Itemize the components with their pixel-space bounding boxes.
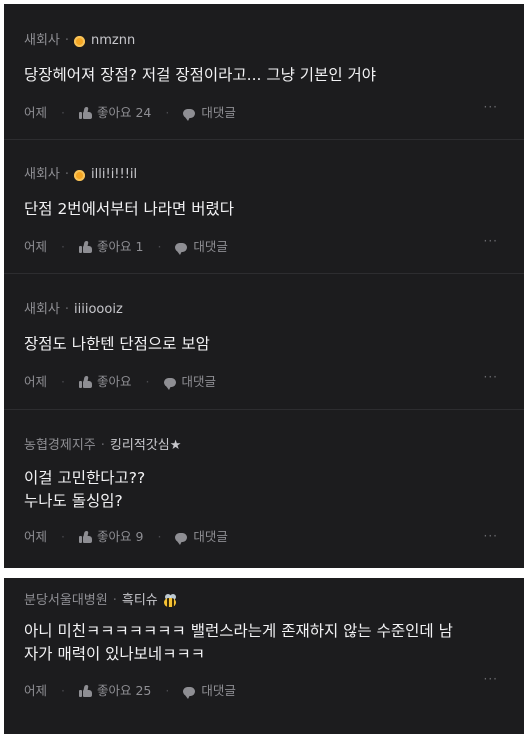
comment-line: 단점 2번에서부터 나라면 버렸다 [24, 200, 235, 218]
separator: · [61, 239, 65, 254]
comment-time: 어제 [24, 239, 48, 254]
comment-item: 농협경제지주 · 킹리적갓심★ 이걸 고민한다고?? 누나도 돌싱임? 어제 ·… [4, 410, 524, 568]
more-options-icon[interactable]: ··· [484, 530, 498, 542]
comment-item: 새회사 · iiiioooiz 장점도 나한텐 단점으로 보암 어제 · 좋아요… [4, 274, 524, 410]
author-nickname[interactable]: nmznn [91, 32, 135, 50]
separator: · [61, 529, 65, 544]
reply-label: 대댓글 [193, 529, 228, 544]
comment-author-line: 새회사 · illi!i!!!il [24, 166, 524, 184]
thumbs-up-icon [79, 685, 93, 697]
thumbs-up-icon [79, 376, 93, 388]
comment-author-line: 새회사 · nmznn [24, 32, 524, 50]
comment-item: 새회사 · nmznn 당장헤어져 장점? 저걸 장점이라고... 그냥 기본인… [4, 4, 524, 140]
comment-meta: 어제 · 좋아요 · 대댓글 [24, 373, 524, 391]
company-name: 농협경제지주 [24, 438, 96, 453]
thumbs-up-icon [79, 531, 93, 543]
company-name: 새회사 [24, 302, 60, 317]
comment-time: 어제 [24, 105, 48, 120]
comment-author-line: 분당서울대병원 · 흑티슈 [24, 592, 524, 610]
like-button[interactable]: 좋아요 24 [79, 104, 151, 122]
author-nickname[interactable]: illi!i!!!il [91, 166, 137, 184]
comment-panel-bottom: 분당서울대병원 · 흑티슈 아니 미친ㅋㅋㅋㅋㅋㅋㅋ 밸런스라는게 존재하지 않… [4, 578, 524, 734]
separator: · [165, 105, 170, 120]
comment-meta: 어제 · 좋아요 1 · 대댓글 [24, 238, 524, 256]
author-nickname[interactable]: 킹리적갓심★ [110, 437, 181, 455]
comment-author-line: 새회사 · iiiioooiz [24, 301, 524, 319]
speech-bubble-icon [183, 686, 196, 699]
more-options-icon[interactable]: ··· [484, 371, 498, 383]
bee-badge-icon [162, 594, 178, 608]
comment-text: 장점도 나한텐 단점으로 보암 [24, 333, 524, 356]
reply-button[interactable]: 대댓글 [175, 528, 228, 546]
separator: · [64, 167, 70, 182]
comment-panel-top: 새회사 · nmznn 당장헤어져 장점? 저걸 장점이라고... 그냥 기본인… [4, 4, 524, 568]
speech-bubble-icon [175, 242, 188, 255]
separator: · [165, 683, 170, 698]
reply-button[interactable]: 대댓글 [183, 682, 236, 700]
reply-label: 대댓글 [193, 239, 228, 254]
more-options-icon[interactable]: ··· [484, 101, 498, 113]
comment-text: 이걸 고민한다고?? 누나도 돌싱임? [24, 467, 524, 513]
thumbs-up-icon [79, 107, 93, 119]
like-label: 좋아요 24 [97, 105, 152, 120]
company-name: 새회사 [24, 167, 60, 182]
like-label: 좋아요 25 [97, 683, 152, 698]
company-name: 분당서울대병원 [24, 593, 108, 608]
like-label: 좋아요 9 [97, 529, 144, 544]
comment-line: 자가 매력이 있나보네ㅋㅋㅋ [24, 645, 205, 663]
reply-button[interactable]: 대댓글 [175, 238, 228, 256]
comment-text: 당장헤어져 장점? 저걸 장점이라고... 그냥 기본인 거야 [24, 64, 524, 87]
comment-line: 당장헤어져 장점? 저걸 장점이라고... 그냥 기본인 거야 [24, 66, 377, 84]
comment-line: 장점도 나한텐 단점으로 보암 [24, 335, 210, 353]
separator: · [100, 438, 105, 453]
speech-bubble-icon [183, 108, 196, 121]
reply-label: 대댓글 [201, 105, 236, 120]
coin-badge-icon [74, 35, 86, 47]
comment-meta: 어제 · 좋아요 25 · 대댓글 [24, 682, 524, 700]
company-name: 새회사 [24, 33, 60, 48]
separator: · [61, 683, 65, 698]
more-options-icon[interactable]: ··· [484, 673, 498, 685]
author-nickname[interactable]: 흑티슈 [122, 592, 158, 610]
comment-text: 단점 2번에서부터 나라면 버렸다 [24, 198, 524, 221]
comment-line: 이걸 고민한다고?? [24, 469, 146, 487]
comment-item: 분당서울대병원 · 흑티슈 아니 미친ㅋㅋㅋㅋㅋㅋㅋ 밸런스라는게 존재하지 않… [4, 578, 524, 730]
separator: · [157, 529, 162, 544]
separator: · [64, 302, 70, 317]
comment-line: 누나도 돌싱임? [24, 492, 123, 510]
coin-badge-icon [74, 169, 86, 181]
separator: · [61, 374, 65, 389]
comment-meta: 어제 · 좋아요 9 · 대댓글 [24, 528, 524, 546]
reply-label: 대댓글 [201, 683, 236, 698]
speech-bubble-icon [175, 532, 188, 545]
separator: · [145, 374, 150, 389]
speech-bubble-icon [163, 377, 176, 390]
like-button[interactable]: 좋아요 25 [79, 682, 151, 700]
separator: · [64, 33, 70, 48]
reply-label: 대댓글 [181, 374, 217, 389]
reply-button[interactable]: 대댓글 [183, 104, 236, 122]
comment-meta: 어제 · 좋아요 24 · 대댓글 [24, 104, 524, 122]
like-label: 좋아요 1 [97, 239, 144, 254]
comment-time: 어제 [24, 683, 48, 698]
separator: · [61, 105, 65, 120]
comment-line: 아니 미친ㅋㅋㅋㅋㅋㅋㅋ 밸런스라는게 존재하지 않는 수준인데 남 [24, 622, 453, 640]
like-button[interactable]: 좋아요 9 [79, 528, 143, 546]
like-button[interactable]: 좋아요 1 [79, 238, 143, 256]
comment-author-line: 농협경제지주 · 킹리적갓심★ [24, 437, 524, 455]
comment-text: 아니 미친ㅋㅋㅋㅋㅋㅋㅋ 밸런스라는게 존재하지 않는 수준인데 남 자가 매력… [24, 620, 524, 666]
author-nickname[interactable]: iiiioooiz [74, 301, 123, 319]
separator: · [157, 239, 162, 254]
reply-button[interactable]: 대댓글 [163, 373, 217, 391]
separator: · [112, 593, 117, 608]
like-button[interactable]: 좋아요 [79, 373, 132, 391]
comment-time: 어제 [24, 374, 48, 389]
like-label: 좋아요 [97, 374, 132, 389]
comment-item: 새회사 · illi!i!!!il 단점 2번에서부터 나라면 버렸다 어제 ·… [4, 140, 524, 274]
more-options-icon[interactable]: ··· [484, 235, 498, 247]
comment-time: 어제 [24, 529, 48, 544]
thumbs-up-icon [79, 241, 93, 253]
